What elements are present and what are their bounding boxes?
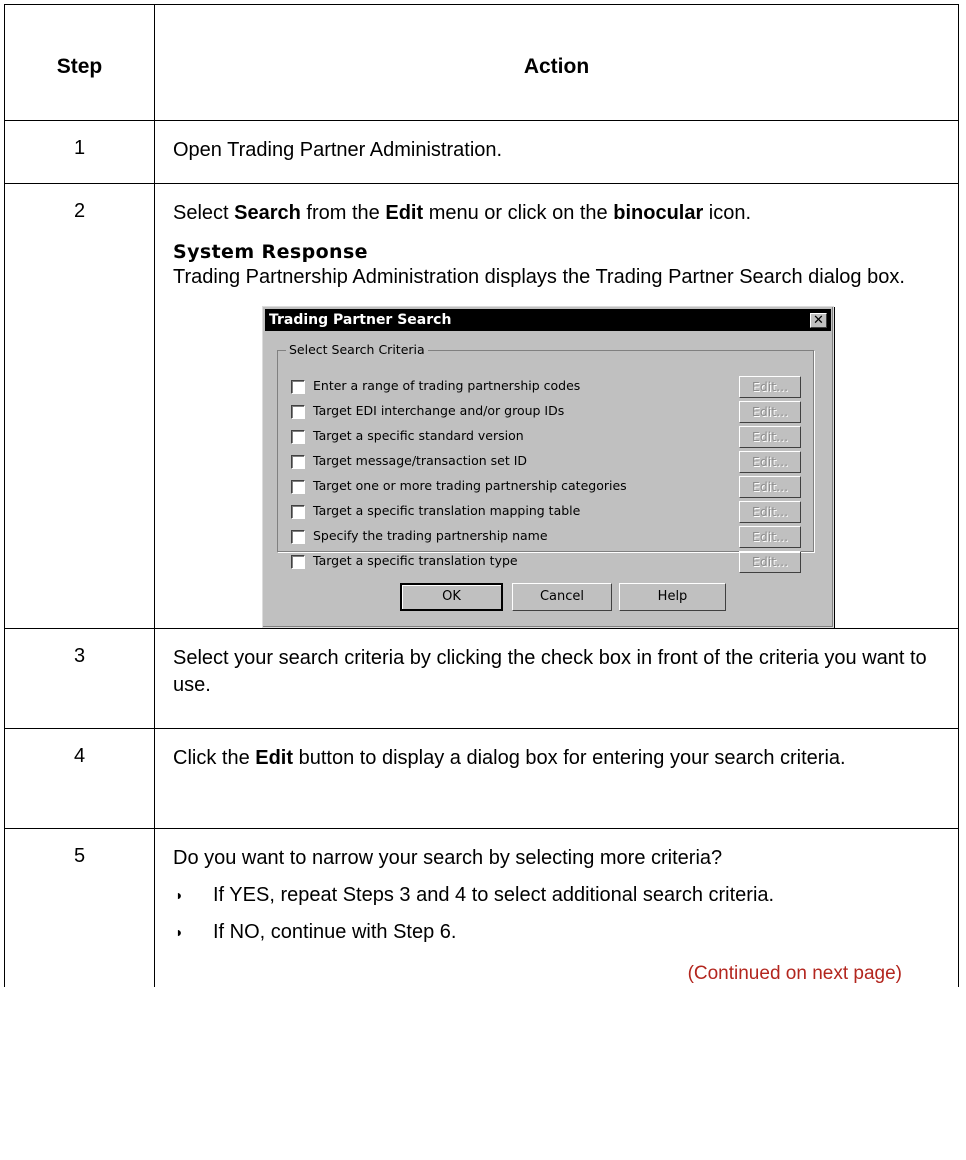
criteria-checkbox[interactable]: [291, 555, 305, 569]
bold-search: Search: [234, 202, 301, 224]
bullet-icon: ◗: [175, 924, 184, 940]
criteria-label: Target one or more trading partnership c…: [313, 478, 627, 493]
trading-partner-search-dialog: Trading Partner Search ✕ Select Search C…: [262, 306, 834, 628]
edit-button[interactable]: Edit...: [739, 551, 801, 573]
criteria-label: Target message/transaction set ID: [313, 453, 528, 468]
bullet-text: If NO, continue with Step 6.: [213, 921, 457, 943]
criteria-checkbox[interactable]: [291, 530, 305, 544]
step-column-header: Step: [4, 4, 155, 121]
table-row: 1 Open Trading Partner Administration.: [4, 120, 959, 184]
system-response-heading: System Response: [173, 241, 368, 263]
criteria-checkbox[interactable]: [291, 480, 305, 494]
system-response-text: Trading Partnership Administration displ…: [173, 266, 905, 288]
action-text: Open Trading Partner Administration.: [154, 120, 959, 184]
edit-button[interactable]: Edit...: [739, 476, 801, 498]
edit-button[interactable]: Edit...: [739, 401, 801, 423]
help-button[interactable]: Help: [619, 583, 726, 611]
edit-button[interactable]: Edit...: [739, 376, 801, 398]
criteria-row: Target a specific translation mapping ta…: [291, 501, 801, 523]
bold-binocular: binocular: [613, 202, 704, 224]
edit-button[interactable]: Edit...: [739, 501, 801, 523]
table-header-row: Step Action: [4, 4, 959, 121]
criteria-row: Target one or more trading partnership c…: [291, 476, 801, 498]
criteria-checkbox[interactable]: [291, 505, 305, 519]
table-row: 5 Do you want to narrow your search by s…: [4, 828, 959, 987]
criteria-checkbox[interactable]: [291, 430, 305, 444]
procedure-table: Step Action 1 Open Trading Partner Admin…: [4, 4, 959, 987]
edit-button[interactable]: Edit...: [739, 426, 801, 448]
step-number: 4: [4, 728, 155, 829]
criteria-label: Target EDI interchange and/or group IDs: [313, 403, 565, 418]
cancel-button[interactable]: Cancel: [512, 583, 612, 611]
bullet-item: ◗ If YES, repeat Steps 3 and 4 to select…: [173, 882, 942, 909]
criteria-label: Specify the trading partnership name: [313, 528, 548, 543]
criteria-row: Target message/transaction set ID Edit..…: [291, 451, 801, 473]
action-text: Click the Edit button to display a dialo…: [154, 728, 959, 829]
dialog-title-bar: Trading Partner Search ✕: [265, 309, 831, 331]
criteria-label: Enter a range of trading partnership cod…: [313, 378, 581, 393]
action-text: Select Search from the Edit menu or clic…: [173, 202, 752, 224]
bullet-item: ◗ If NO, continue with Step 6.: [173, 919, 942, 946]
bullet-icon: ◗: [175, 887, 184, 903]
bold-edit: Edit: [255, 747, 294, 769]
edit-button[interactable]: Edit...: [739, 526, 801, 548]
ok-button[interactable]: OK: [400, 583, 503, 611]
continued-note: (Continued on next page): [687, 963, 902, 984]
close-icon[interactable]: ✕: [810, 313, 827, 328]
criteria-row: Target EDI interchange and/or group IDs …: [291, 401, 801, 423]
table-row: 4 Click the Edit button to display a dia…: [4, 728, 959, 829]
action-cell: Select Search from the Edit menu or clic…: [154, 183, 959, 629]
dialog-title: Trading Partner Search: [269, 312, 452, 328]
question-text: Do you want to narrow your search by sel…: [173, 847, 723, 869]
edit-button[interactable]: Edit...: [739, 451, 801, 473]
criteria-label: Target a specific standard version: [313, 428, 524, 443]
action-cell: Do you want to narrow your search by sel…: [154, 828, 959, 987]
step-number: 5: [4, 828, 155, 987]
step-number: 3: [4, 628, 155, 729]
criteria-checkbox[interactable]: [291, 405, 305, 419]
criteria-row: Enter a range of trading partnership cod…: [291, 376, 801, 398]
search-criteria-group: Select Search Criteria Enter a range of …: [277, 342, 814, 573]
criteria-row: Target a specific standard version Edit.…: [291, 426, 801, 448]
step-number: 1: [4, 120, 155, 184]
criteria-checkbox[interactable]: [291, 455, 305, 469]
criteria-label: Target a specific translation type: [313, 553, 518, 568]
action-column-header: Action: [154, 4, 959, 121]
criteria-checkbox[interactable]: [291, 380, 305, 394]
criteria-row: Specify the trading partnership name Edi…: [291, 526, 801, 548]
table-row: 2 Select Search from the Edit menu or cl…: [4, 183, 959, 629]
criteria-label: Target a specific translation mapping ta…: [313, 503, 581, 518]
bold-edit: Edit: [385, 202, 424, 224]
action-text: Select your search criteria by clicking …: [154, 628, 959, 729]
table-row: 3 Select your search criteria by clickin…: [4, 628, 959, 729]
step-number: 2: [4, 183, 155, 629]
bullet-text: If YES, repeat Steps 3 and 4 to select a…: [213, 884, 775, 906]
group-label: Select Search Criteria: [286, 342, 428, 358]
criteria-row: Target a specific translation type Edit.…: [291, 551, 801, 573]
